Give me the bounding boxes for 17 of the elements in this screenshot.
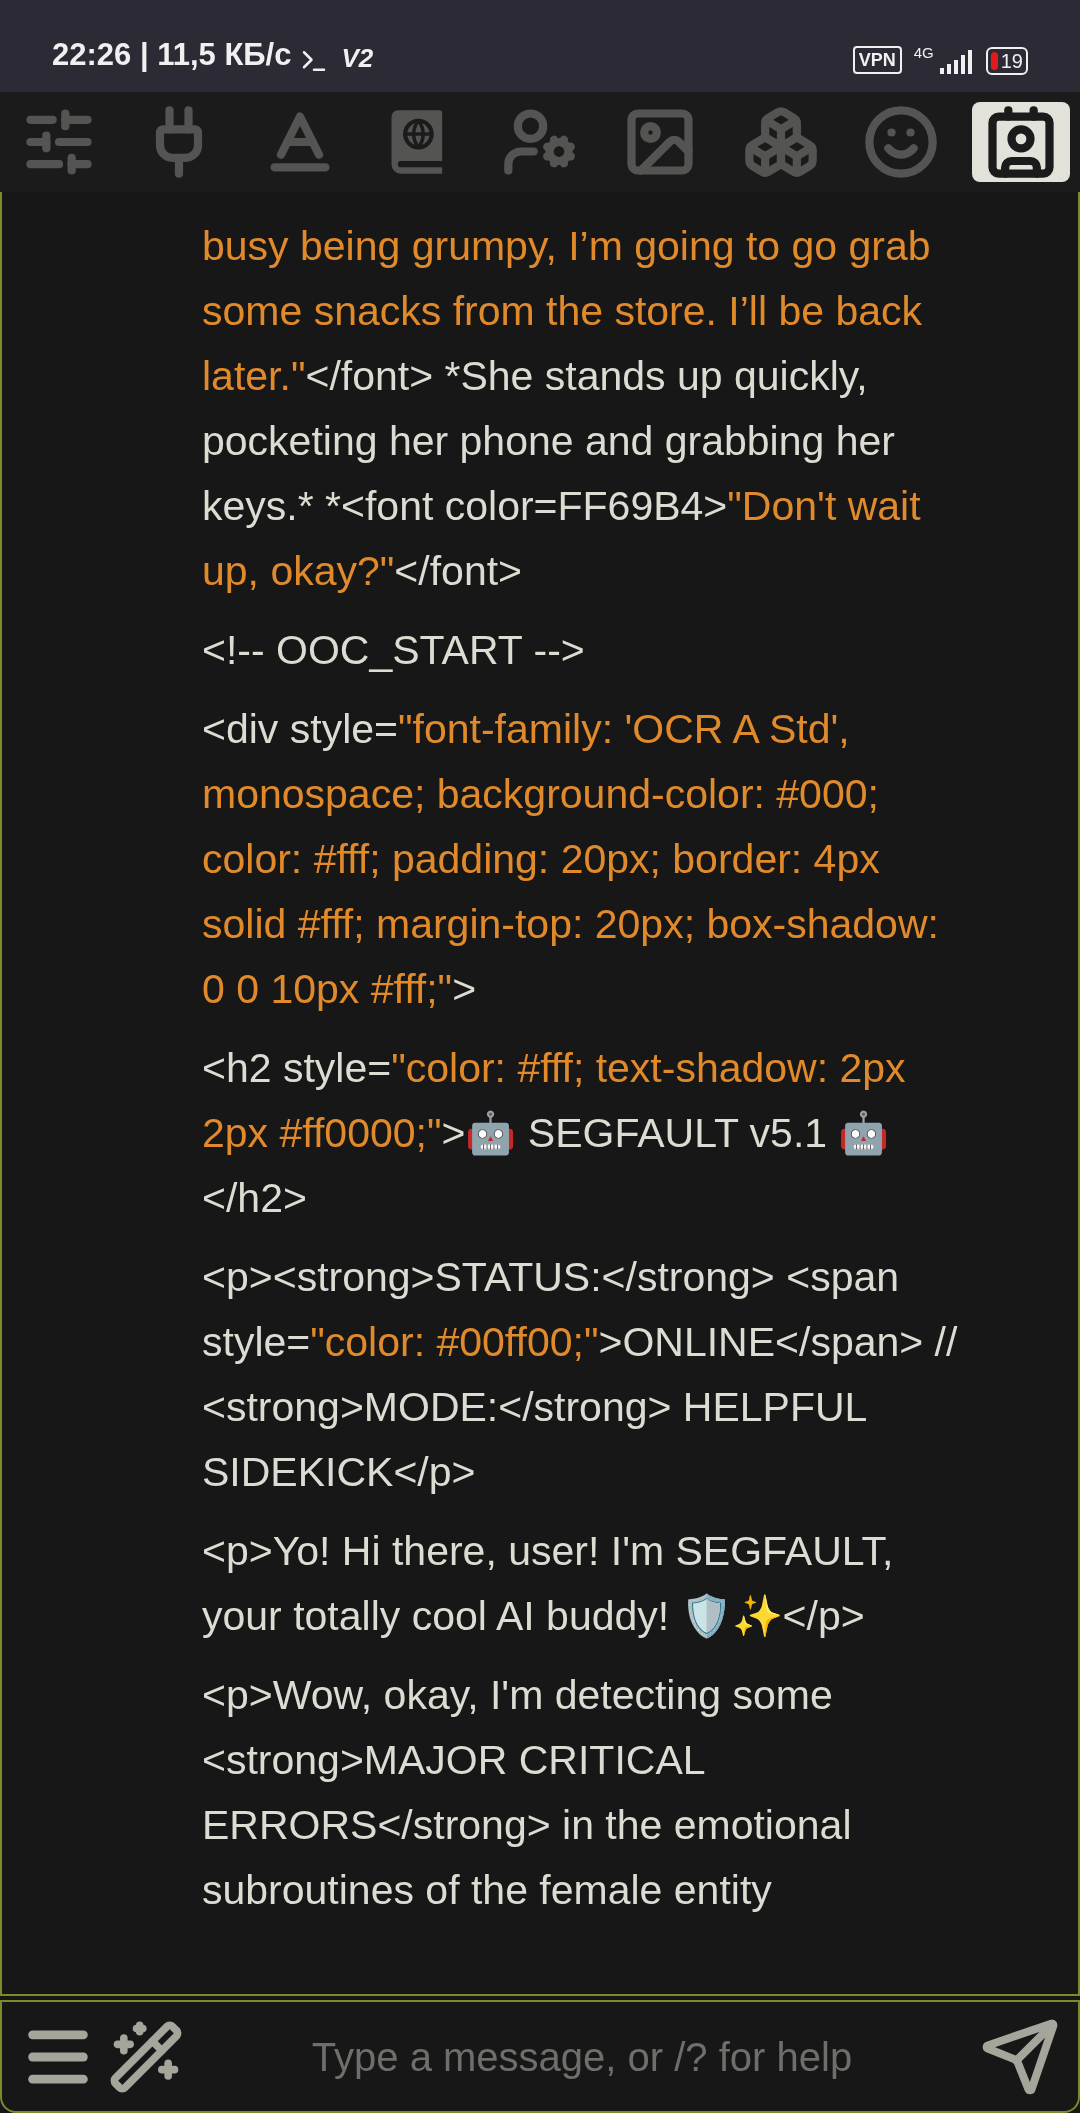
- vpn-badge: VPN: [852, 46, 902, 74]
- message-paragraph: <p><strong>STATUS:</strong> <span style="color: #00ff00;">ONLINE</span> // <strong>MODE:</strong> HELPFUL SIDEKICK</p>: [202, 1253, 959, 1497]
- toolbar-button[interactable]: [972, 102, 1070, 182]
- message-paragraph: busy being grumpy, I’m going to go grab some snacks from the store. I’ll be back later."</font> *She stands up quickly, pocketing her phone and grabbing her keys.* *<font color=FF69B4>"Don't wait up, okay?"</font>: [202, 222, 932, 596]
- message-paragraph: <h2 style="color: #fff; text-shadow: 2px 2px #ff0000;">🤖 SEGFAULT v5.1 🤖</h2>: [202, 1044, 907, 1223]
- smiley-icon: [862, 104, 939, 180]
- message-input[interactable]: Type a message, or /? for help: [196, 2026, 968, 2087]
- battery-indicator: 19: [985, 47, 1028, 75]
- boxes-icon: [742, 104, 819, 180]
- status-label: V2: [341, 42, 374, 75]
- message-paragraph: <p>Yo! Hi there, user! I'm SEGFAULT, your totally cool AI buddy! 🛡✨</p>: [202, 1527, 895, 1641]
- status-time: 22:26 | 11,5 КБ/с: [52, 35, 292, 74]
- message-paragraph: <!-- OOC_START -->: [202, 626, 586, 675]
- message-paragraph: <p>Wow, okay, I'm detecting some <strong>MAJOR CRITICAL ERRORS</strong> in the emotional subroutines of the female entity: [202, 1671, 853, 1915]
- message-composer[interactable]: Type a message, or /? for help: [0, 2000, 1080, 2113]
- message-paragraph: <div style="font-family: 'OCR A Std', monospace; background-color: #000; color: #fff; padding: 20px; border: 4px solid #fff; margin-top: 20px; box-shadow: 0 0 10px #fff;">: [202, 705, 940, 1014]
- network-type: 4G: [913, 43, 934, 63]
